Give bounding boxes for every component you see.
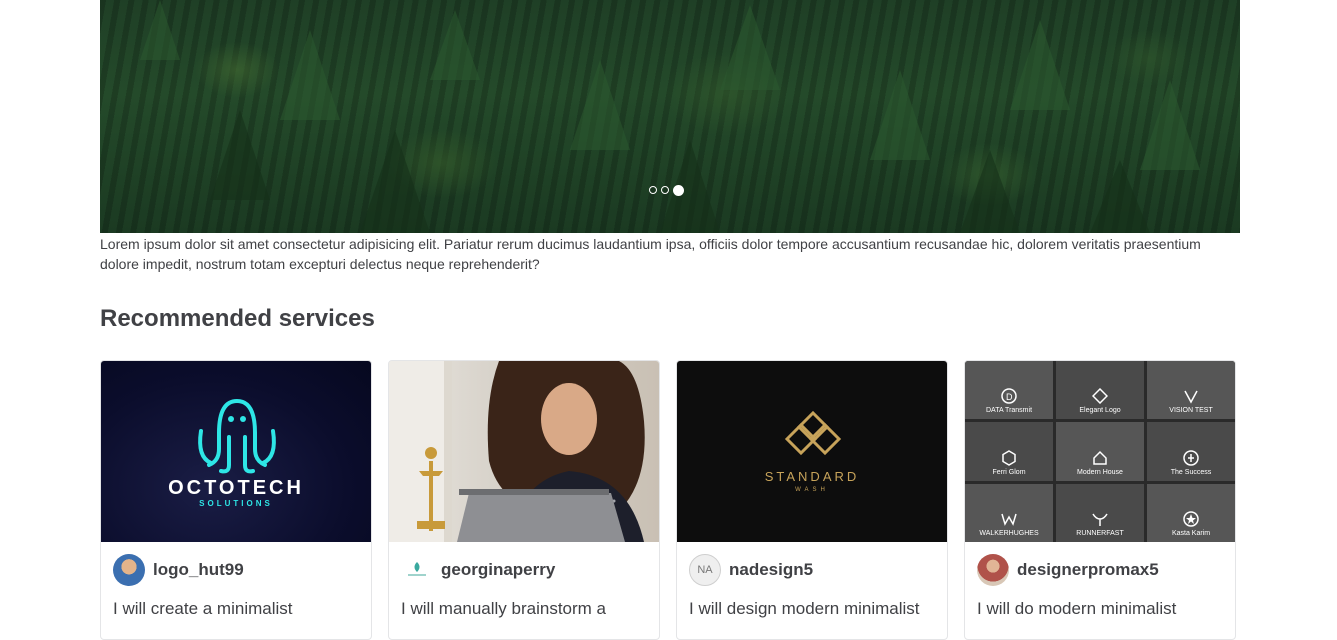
carousel-dot-1[interactable] [649,186,657,194]
tile-label: DATA Transmit [985,407,1033,415]
logo-tile: RUNNERFAST [1056,483,1144,542]
logo-tile: D DATA Transmit [965,361,1053,420]
bull-logo-icon [1092,513,1108,526]
seller-avatar[interactable] [977,554,1009,586]
star-logo-icon [1183,511,1199,527]
logo-tile: Kasta Karim [1147,483,1235,542]
service-thumbnail[interactable]: OCTOTECH SOLUTIONS [101,361,371,542]
leaf-logo-icon [408,562,426,576]
logo-tile: WALKERHUGHES [965,483,1053,542]
service-title[interactable]: I will design modern minimalist [677,586,947,620]
tile-label: Ferri Glom [992,468,1026,476]
seller-avatar[interactable]: NA [689,554,721,586]
hero-caption: Lorem ipsum dolor sit amet consectetur a… [100,236,1201,272]
carousel-dot-2[interactable] [661,186,669,194]
logo-tile: VISION TEST [1147,361,1235,420]
seller-avatar[interactable] [113,554,145,586]
seller-name[interactable]: logo_hut99 [153,560,244,580]
forest-image [140,0,1200,233]
service-title[interactable]: I will manually brainstorm a [389,586,659,620]
seller-name[interactable]: designerpromax5 [1017,560,1159,580]
v-logo-icon [1184,390,1198,404]
seller-info: designerpromax5 [965,542,1235,586]
logo-tile: Ferri Glom [965,422,1053,481]
tile-label: Modern House [1077,468,1123,476]
thumbnail-brand-text: OCTOTECH [168,477,304,499]
avatar-initials: NA [697,564,713,576]
person-logo-icon [1183,449,1199,466]
tile-label: VISION TEST [1169,407,1213,415]
thumbnail-sub-text: SOLUTIONS [199,499,273,508]
services-list: OCTOTECH SOLUTIONS logo_hut99 I will cre… [100,360,1236,640]
service-thumbnail[interactable] [389,361,659,542]
seller-info: NA nadesign5 [677,542,947,586]
seller-info: georginaperry [389,542,659,586]
seller-name[interactable]: nadesign5 [729,560,813,580]
thumbnail-sub-text: WASH [795,487,829,493]
seller-avatar[interactable] [401,554,433,586]
service-title[interactable]: I will do modern minimalist [965,586,1235,620]
service-thumbnail[interactable]: STANDARD WASH [677,361,947,542]
octopus-logo-icon [198,398,276,474]
diamond-logo-icon [1092,388,1108,405]
service-card[interactable]: georginaperry I will manually brainstorm… [388,360,660,640]
thumbnail-brand-text: STANDARD [764,469,860,484]
carousel-indicators [649,184,684,196]
house-logo-icon [1093,450,1107,465]
logo-tile: The Success [1147,422,1235,481]
tile-label: WALKERHUGHES [979,529,1039,537]
carousel-dot-3-active[interactable] [673,184,684,196]
tile-label: Elegant Logo [1079,407,1121,415]
tile-label: Kasta Karim [1171,529,1211,537]
service-thumbnail[interactable]: D DATA Transmit Elegant Logo VISION TEST… [965,361,1235,542]
logo-tile: Modern House [1056,422,1144,481]
service-card[interactable]: D DATA Transmit Elegant Logo VISION TEST… [964,360,1236,640]
seller-name[interactable]: georginaperry [441,560,555,580]
seller-info: logo_hut99 [101,542,371,586]
svg-text:D: D [1006,392,1013,402]
standard-wash-logo-icon [784,410,842,456]
w-logo-icon [1001,513,1017,526]
logo-tile: Elegant Logo [1056,361,1144,420]
service-title[interactable]: I will create a minimalist [101,586,371,620]
d-logo-icon: D [1001,388,1017,405]
hexagon-logo-icon [1002,449,1016,466]
service-card[interactable]: STANDARD WASH NA nadesign5 I will design… [676,360,948,640]
recommended-services-title: Recommended services [100,305,375,332]
service-card[interactable]: OCTOTECH SOLUTIONS logo_hut99 I will cre… [100,360,372,640]
tile-label: RUNNERFAST [1076,529,1124,537]
woman-laptop-photo [389,361,645,542]
hero-carousel[interactable] [100,0,1240,233]
tile-label: The Success [1170,468,1212,476]
